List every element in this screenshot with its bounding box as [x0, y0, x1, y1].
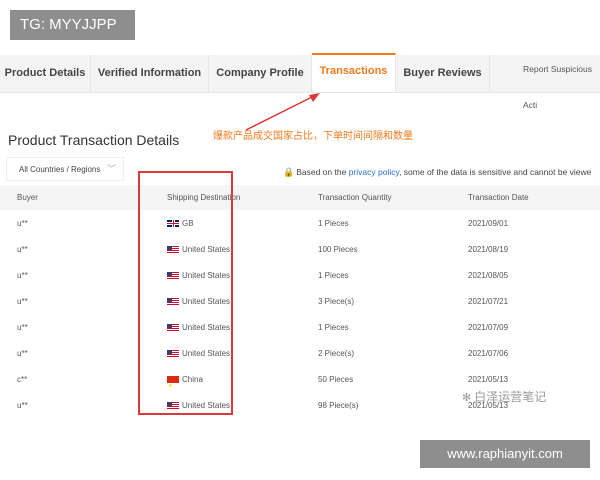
us-flag-icon	[167, 272, 179, 279]
quantity-cell: 100 Pieces	[318, 245, 358, 254]
privacy-note-prefix: Based on the	[296, 167, 349, 177]
destination-cell: United States	[167, 263, 230, 289]
quantity-cell: 1 Pieces	[318, 219, 349, 228]
destination-text: United States	[182, 349, 231, 358]
buyer-cell: u**	[17, 219, 28, 228]
wechat-watermark: ✻ 白泽运营笔记	[462, 388, 546, 405]
table-row: u** United States 2 Piece(s) 2021/07/06	[0, 341, 600, 367]
header-transaction-quantity: Transaction Quantity	[318, 193, 392, 202]
date-cell: 2021/07/09	[468, 323, 509, 332]
destination-cell: United States	[167, 289, 230, 315]
page-title: Product Transaction Details	[8, 132, 180, 148]
header-buyer: Buyer	[17, 193, 38, 202]
destination-text: United States	[182, 323, 231, 332]
quantity-cell: 1 Pieces	[318, 271, 349, 280]
buyer-cell: u**	[17, 401, 28, 410]
date-cell: 2021/09/01	[468, 219, 509, 228]
destination-cell: United States	[167, 341, 230, 367]
buyer-cell: u**	[17, 349, 28, 358]
tg-badge: TG: MYYJJPP	[10, 10, 135, 40]
destination-text: United States	[182, 297, 231, 306]
site-badge: www.raphianyit.com	[420, 440, 590, 468]
date-cell: 2021/08/05	[468, 271, 509, 280]
quantity-cell: 1 Pieces	[318, 323, 349, 332]
us-flag-icon	[167, 350, 179, 357]
us-flag-icon	[167, 246, 179, 253]
gb-flag-icon	[167, 220, 179, 227]
destination-cell: GB	[167, 211, 194, 237]
quantity-cell: 98 Piece(s)	[318, 401, 359, 410]
tab-buyer-reviews[interactable]: Buyer Reviews	[396, 55, 490, 92]
quantity-cell: 3 Piece(s)	[318, 297, 355, 306]
wechat-icon: ✻	[462, 391, 472, 404]
us-flag-icon	[167, 298, 179, 305]
chevron-down-icon: ﹀	[107, 164, 117, 174]
region-select-value: All Countries / Regions	[19, 165, 101, 174]
destination-cell: China	[167, 367, 203, 399]
date-cell: 2021/07/06	[468, 349, 509, 358]
buyer-cell: u**	[17, 297, 28, 306]
tab-verified-information[interactable]: Verified Information	[91, 55, 209, 92]
destination-cell: United States	[167, 393, 230, 419]
table-row: u** United States 1 Pieces 2021/08/05	[0, 263, 600, 289]
table-row: u** United States 100 Pieces 2021/08/19	[0, 237, 600, 263]
country-region-select[interactable]: All Countries / Regions ﹀	[6, 157, 124, 181]
annotation-text: 爆款产品成交国家占比，下单时间间隔和数量	[213, 131, 413, 142]
date-cell: 2021/07/21	[468, 297, 509, 306]
lock-icon: 🔒	[283, 167, 295, 177]
header-transaction-date: Transaction Date	[468, 193, 529, 202]
table-row: u** GB 1 Pieces 2021/09/01	[0, 211, 600, 237]
watermark-text: 白泽运营笔记	[474, 390, 547, 404]
quantity-cell: 50 Pieces	[318, 375, 354, 384]
us-flag-icon	[167, 324, 179, 331]
destination-text: United States	[182, 401, 231, 410]
privacy-note: 🔒 Based on the privacy policy, some of th…	[283, 167, 591, 178]
header-shipping-destination: Shipping Destination	[167, 193, 241, 202]
tab-company-profile[interactable]: Company Profile	[209, 55, 312, 92]
table-row: u** United States 3 Piece(s) 2021/07/21	[0, 289, 600, 315]
buyer-cell: u**	[17, 245, 28, 254]
quantity-cell: 2 Piece(s)	[318, 349, 355, 358]
date-cell: 2021/08/19	[468, 245, 509, 254]
destination-text: United States	[182, 245, 231, 254]
tab-bar: Product Details Verified Information Com…	[0, 53, 600, 110]
table-row: u** United States 1 Pieces 2021/07/09	[0, 315, 600, 341]
destination-text: China	[182, 375, 203, 384]
privacy-policy-link[interactable]: privacy policy	[349, 167, 399, 177]
table-header: Buyer Shipping Destination Transaction Q…	[0, 185, 600, 210]
buyer-cell: c**	[17, 375, 28, 384]
privacy-note-suffix: , some of the data is sensitive and cann…	[399, 167, 592, 177]
report-suspicious-activity-link[interactable]: Report Suspicious Acti	[523, 51, 600, 110]
destination-cell: United States	[167, 315, 230, 341]
destination-text: GB	[182, 219, 194, 228]
destination-cell: United States	[167, 237, 230, 263]
cn-flag-icon	[167, 373, 179, 399]
buyer-cell: u**	[17, 271, 28, 280]
destination-text: United States	[182, 271, 231, 280]
buyer-cell: u**	[17, 323, 28, 332]
us-flag-icon	[167, 402, 179, 409]
tab-product-details[interactable]: Product Details	[0, 55, 91, 92]
tab-transactions[interactable]: Transactions	[312, 53, 396, 92]
